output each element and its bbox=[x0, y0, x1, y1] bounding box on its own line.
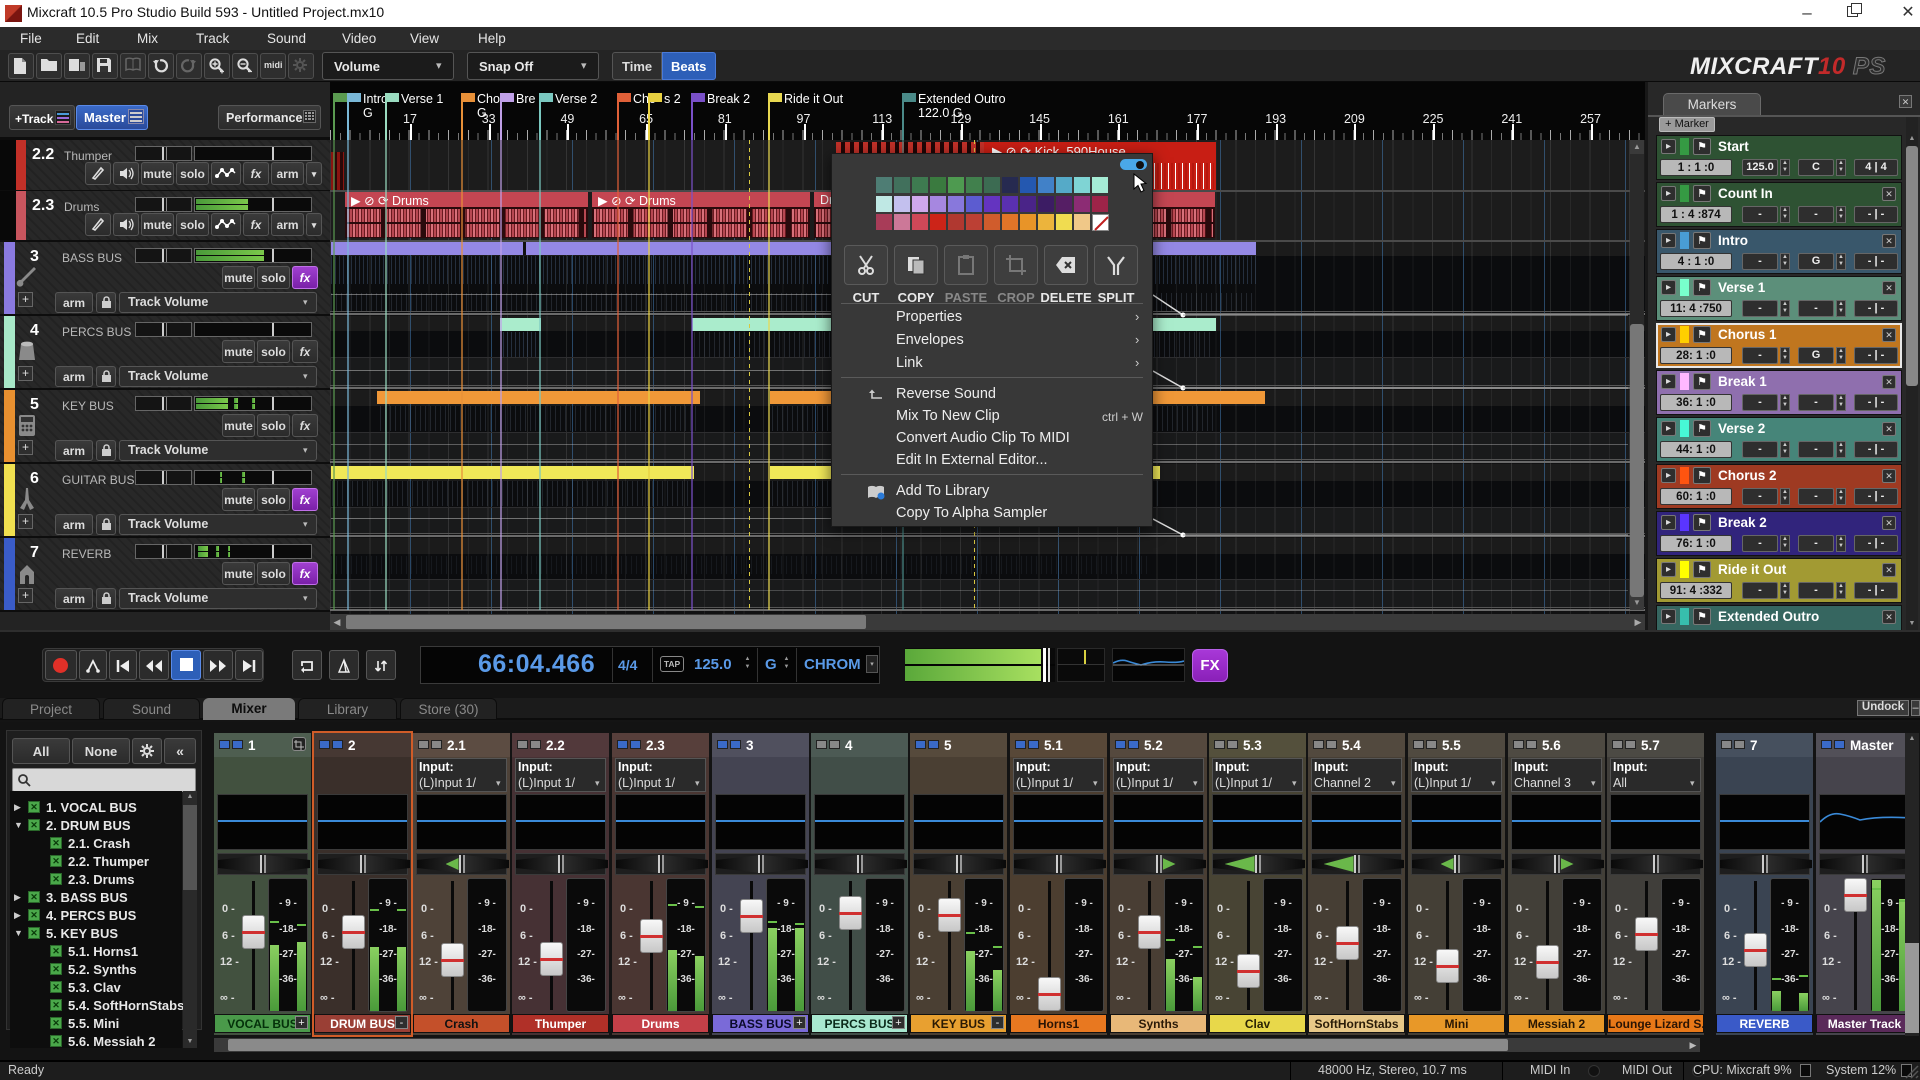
svg-text:midi: midi bbox=[264, 60, 283, 70]
